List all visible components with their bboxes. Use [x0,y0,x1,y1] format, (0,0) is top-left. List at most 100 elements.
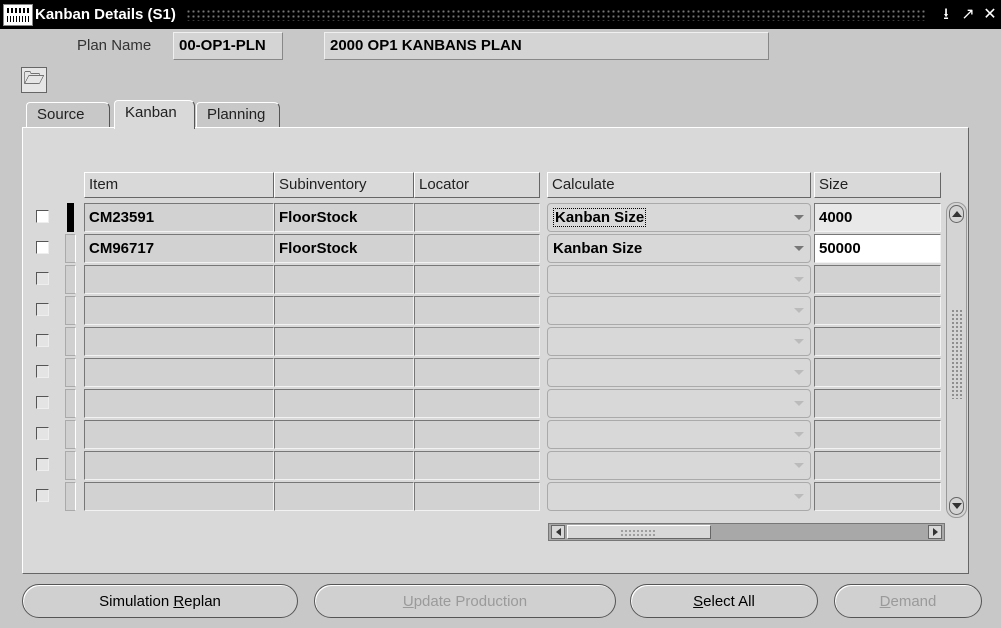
item-cell[interactable] [84,265,274,294]
subinventory-cell[interactable] [274,358,414,387]
size-cell[interactable] [814,327,941,356]
row-checkbox[interactable] [36,334,49,347]
select-all-button[interactable]: Select All [630,584,818,618]
item-cell[interactable] [84,327,274,356]
horizontal-scrollbar[interactable] [548,523,945,541]
scroll-down-button[interactable] [949,497,964,515]
arrow-down-icon [951,503,962,509]
subinventory-cell[interactable] [274,482,414,511]
scroll-left-button[interactable] [551,525,565,539]
subinventory-cell[interactable] [274,420,414,449]
item-cell[interactable]: CM96717 [84,234,274,263]
row-selector[interactable] [65,358,76,387]
row-selector[interactable] [65,296,76,325]
item-cell[interactable] [84,296,274,325]
scrollbar-thumb[interactable] [567,525,711,539]
locator-cell[interactable] [414,265,540,294]
subinventory-cell[interactable] [274,296,414,325]
scroll-up-button[interactable] [949,205,964,223]
row-selector[interactable] [65,234,76,263]
row-checkbox[interactable] [36,396,49,409]
locator-cell[interactable] [414,482,540,511]
button-accelerator: D [879,592,891,610]
item-cell[interactable] [84,389,274,418]
size-cell[interactable] [814,420,941,449]
size-cell[interactable] [814,358,941,387]
scrollbar-grip[interactable] [951,309,963,399]
maximize-icon[interactable]: ↗ [957,0,979,29]
button-accelerator: U [402,592,414,610]
item-cell[interactable] [84,451,274,480]
tab-planning[interactable]: Planning [196,102,280,129]
button-label-suffix: emand [890,592,937,610]
close-icon[interactable]: ✕ [979,0,1001,29]
size-cell[interactable] [814,265,941,294]
calculate-dropdown[interactable] [547,482,811,511]
locator-cell[interactable] [414,296,540,325]
row-checkbox[interactable] [36,272,49,285]
calculate-dropdown[interactable] [547,420,811,449]
locator-cell[interactable] [414,327,540,356]
button-accelerator: R [173,592,185,610]
calculate-dropdown[interactable] [547,389,811,418]
calculate-dropdown[interactable] [547,451,811,480]
row-checkbox[interactable] [36,303,49,316]
row-checkbox[interactable] [36,458,49,471]
subinventory-cell[interactable] [274,327,414,356]
row-current-indicator[interactable] [67,203,74,232]
item-cell[interactable] [84,358,274,387]
calculate-dropdown[interactable] [547,358,811,387]
calculate-dropdown[interactable] [547,265,811,294]
locator-cell[interactable] [414,358,540,387]
size-cell[interactable]: 4000 [814,203,941,232]
calculate-dropdown[interactable] [547,327,811,356]
open-folder-button[interactable]: 🗁 [21,67,47,93]
subinventory-cell[interactable] [274,389,414,418]
button-label-suffix: elect All [703,592,755,610]
row-selector[interactable] [65,451,76,480]
locator-cell[interactable] [414,420,540,449]
item-cell[interactable] [84,420,274,449]
item-cell[interactable]: CM23591 [84,203,274,232]
size-cell[interactable] [814,296,941,325]
locator-cell[interactable] [414,389,540,418]
row-checkbox[interactable] [36,427,49,440]
subinventory-cell[interactable]: FloorStock [274,234,414,263]
tab-kanban[interactable]: Kanban [114,100,195,129]
button-label-prefix: Simulation [99,592,174,610]
subinventory-cell[interactable] [274,451,414,480]
row-selector[interactable] [65,482,76,511]
vertical-scrollbar[interactable] [946,202,967,518]
chevron-down-icon [794,308,804,313]
simulation-replan-button[interactable]: Simulation Replan [22,584,298,618]
scroll-right-button[interactable] [928,525,942,539]
subinventory-cell[interactable] [274,265,414,294]
plan-code-field[interactable]: 00-OP1-PLN [173,32,283,60]
calculate-dropdown[interactable]: Kanban Size [547,234,811,263]
locator-cell[interactable] [414,234,540,263]
row-selector[interactable] [65,420,76,449]
column-header-size: Size [814,172,941,198]
size-cell[interactable]: 50000 [814,234,941,263]
row-checkbox[interactable] [36,241,49,254]
row-selector[interactable] [65,389,76,418]
size-cell[interactable] [814,389,941,418]
row-checkbox[interactable] [36,365,49,378]
locator-cell[interactable] [414,451,540,480]
calculate-dropdown[interactable] [547,296,811,325]
row-selector[interactable] [65,265,76,294]
size-cell[interactable] [814,482,941,511]
locator-cell[interactable] [414,203,540,232]
calculate-dropdown[interactable]: Kanban Size [547,203,811,232]
item-cell[interactable] [84,482,274,511]
tab-source[interactable]: Source [26,102,110,129]
minimize-icon[interactable]: ⭳ [935,0,957,29]
size-cell[interactable] [814,451,941,480]
update-production-button[interactable]: Update Production [314,584,616,618]
plan-description-field[interactable]: 2000 OP1 KANBANS PLAN [324,32,769,60]
row-checkbox[interactable] [36,489,49,502]
row-selector[interactable] [65,327,76,356]
demand-button[interactable]: Demand [834,584,982,618]
subinventory-cell[interactable]: FloorStock [274,203,414,232]
row-checkbox[interactable] [36,210,49,223]
